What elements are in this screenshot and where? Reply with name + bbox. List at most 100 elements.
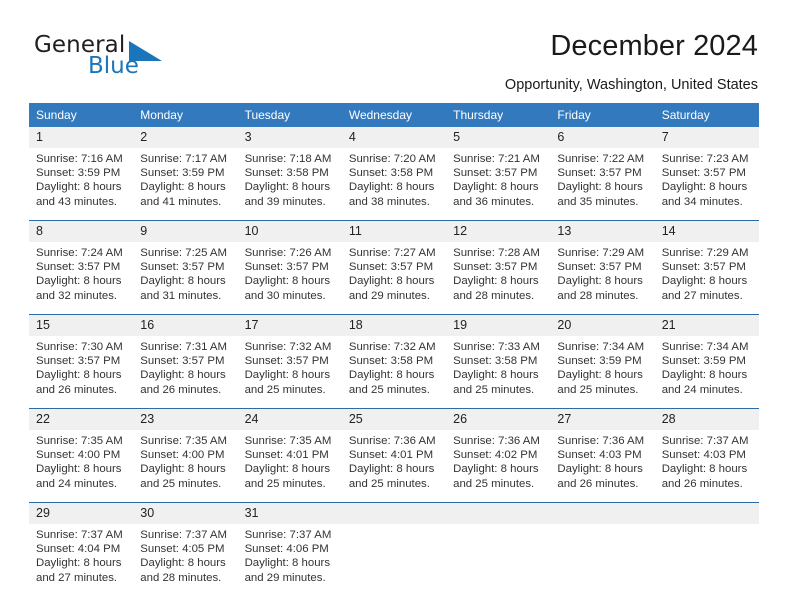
- sunrise-text: Sunrise: 7:37 AM: [244, 529, 332, 541]
- day-cell[interactable]: 11 Sunrise: 7:27 AM Sunset: 3:57 PM Dayligh…: [341, 220, 447, 315]
- day-details: Sunrise: 7:36 AM Sunset: 4:03 PM Daylight:…: [550, 430, 654, 502]
- sunrise-text: Sunrise: 7:36 AM: [557, 435, 645, 447]
- daylight-text-line1: Daylight: 8 hours: [36, 557, 122, 570]
- daylight-text-line1: Daylight: 8 hours: [661, 369, 748, 382]
- day-details: Sunrise: 7:23 AM Sunset: 3:57 PM Daylight:…: [655, 148, 759, 220]
- day-details: Sunrise: 7:37 AM Sunset: 4:05 PM Daylight:…: [133, 524, 237, 596]
- day-number: 30: [133, 503, 238, 524]
- sunrise-text: Sunrise: 7:30 AM: [36, 341, 123, 353]
- day-number: 22: [29, 409, 134, 430]
- day-number: 12: [446, 221, 551, 242]
- day-details: Sunrise: 7:34 AM Sunset: 3:59 PM Daylight:…: [655, 336, 759, 408]
- sunset-text: Sunset: 3:57 PM: [453, 167, 538, 180]
- day-details: Sunrise: 7:28 AM Sunset: 3:57 PM Daylight:…: [446, 242, 550, 314]
- week-row: 22 Sunrise: 7:35 AM Sunset: 4:00 PM Dayligh…: [29, 408, 759, 503]
- day-cell[interactable]: 24 Sunrise: 7:35 AM Sunset: 4:01 PM Dayligh…: [237, 408, 342, 503]
- day-cell[interactable]: 21 Sunrise: 7:34 AM Sunset: 3:59 PM Dayligh…: [654, 314, 759, 409]
- day-cell[interactable]: 18 Sunrise: 7:32 AM Sunset: 3:58 PM Dayligh…: [341, 314, 447, 409]
- sunrise-text: Sunrise: 7:37 AM: [36, 529, 123, 541]
- day-cell[interactable]: 10 Sunrise: 7:26 AM Sunset: 3:57 PM Dayligh…: [237, 220, 342, 315]
- day-details: Sunrise: 7:30 AM Sunset: 3:57 PM Daylight:…: [29, 336, 133, 408]
- day-cell[interactable]: 25 Sunrise: 7:36 AM Sunset: 4:01 PM Dayligh…: [341, 408, 447, 503]
- day-cell[interactable]: 2 Sunrise: 7:17 AM Sunset: 3:59 PM Daylight…: [133, 127, 238, 221]
- day-cell[interactable]: 20 Sunrise: 7:34 AM Sunset: 3:59 PM Dayligh…: [550, 314, 655, 409]
- day-details: Sunrise: 7:32 AM Sunset: 3:58 PM Daylight:…: [342, 336, 446, 408]
- day-details: Sunrise: 7:35 AM Sunset: 4:00 PM Daylight:…: [133, 430, 237, 502]
- general-blue-logo[interactable]: General Blue: [34, 32, 234, 80]
- daylight-text-line2: and 26 minutes.: [140, 383, 222, 396]
- sunset-text: Sunset: 4:00 PM: [140, 449, 225, 462]
- daylight-text-line2: and 28 minutes.: [140, 571, 222, 584]
- day-number: 16: [133, 315, 238, 336]
- daylight-text-line1: Daylight: 8 hours: [244, 463, 331, 476]
- daylight-text-line1: Daylight: 8 hours: [661, 181, 748, 194]
- daylight-text-line1: Daylight: 8 hours: [244, 369, 331, 382]
- day-cell[interactable]: 6 Sunrise: 7:22 AM Sunset: 3:57 PM Daylight…: [550, 127, 655, 221]
- day-cell[interactable]: 8 Sunrise: 7:24 AM Sunset: 3:57 PM Daylight…: [29, 220, 134, 315]
- day-number: 29: [29, 503, 134, 524]
- day-cell[interactable]: 7 Sunrise: 7:23 AM Sunset: 3:57 PM Daylight…: [654, 127, 759, 221]
- day-details: [342, 524, 446, 596]
- day-cell[interactable]: 31 Sunrise: 7:37 AM Sunset: 4:06 PM Dayligh…: [237, 502, 342, 596]
- day-cell-empty: [446, 502, 551, 596]
- day-cell[interactable]: 9 Sunrise: 7:25 AM Sunset: 3:57 PM Daylight…: [133, 220, 238, 315]
- day-cell[interactable]: 5 Sunrise: 7:21 AM Sunset: 3:57 PM Daylight…: [446, 127, 551, 221]
- daylight-text-line2: and 32 minutes.: [36, 289, 118, 302]
- sunrise-text: Sunrise: 7:29 AM: [661, 247, 749, 259]
- day-cell[interactable]: 14 Sunrise: 7:29 AM Sunset: 3:57 PM Dayligh…: [654, 220, 759, 315]
- sunset-text: Sunset: 4:03 PM: [661, 449, 746, 462]
- sunrise-text: Sunrise: 7:26 AM: [244, 247, 332, 259]
- daylight-text-line2: and 28 minutes.: [557, 289, 639, 302]
- day-cell[interactable]: 23 Sunrise: 7:35 AM Sunset: 4:00 PM Dayligh…: [133, 408, 238, 503]
- daylight-text-line2: and 25 minutes.: [244, 477, 326, 490]
- day-cell[interactable]: 3 Sunrise: 7:18 AM Sunset: 3:58 PM Daylight…: [237, 127, 342, 221]
- sunset-text: Sunset: 3:57 PM: [557, 261, 642, 274]
- daylight-text-line1: Daylight: 8 hours: [140, 181, 226, 194]
- weekday-header-saturday: Saturday: [654, 103, 759, 127]
- day-cell[interactable]: 30 Sunrise: 7:37 AM Sunset: 4:05 PM Dayligh…: [133, 502, 238, 596]
- day-cell[interactable]: 12 Sunrise: 7:28 AM Sunset: 3:57 PM Dayligh…: [446, 220, 551, 315]
- day-details: Sunrise: 7:20 AM Sunset: 3:58 PM Daylight:…: [342, 148, 446, 220]
- day-cell[interactable]: 27 Sunrise: 7:36 AM Sunset: 4:03 PM Dayligh…: [550, 408, 655, 503]
- sunrise-text: Sunrise: 7:36 AM: [453, 435, 540, 447]
- sunset-text: Sunset: 3:57 PM: [453, 261, 538, 274]
- daylight-text-line1: Daylight: 8 hours: [453, 369, 539, 382]
- daylight-text-line2: and 31 minutes.: [140, 289, 222, 302]
- day-cell[interactable]: 29 Sunrise: 7:37 AM Sunset: 4:04 PM Dayligh…: [29, 502, 134, 596]
- week-row: 29 Sunrise: 7:37 AM Sunset: 4:04 PM Dayligh…: [29, 502, 759, 596]
- daylight-text-line2: and 34 minutes.: [661, 195, 743, 208]
- weekday-header-wednesday: Wednesday: [341, 103, 447, 127]
- daylight-text-line2: and 26 minutes.: [661, 477, 743, 490]
- day-details: Sunrise: 7:27 AM Sunset: 3:57 PM Daylight:…: [342, 242, 446, 314]
- daylight-text-line1: Daylight: 8 hours: [36, 275, 122, 288]
- page-subtitle-location: Opportunity, Washington, United States: [504, 77, 758, 93]
- daylight-text-line2: and 24 minutes.: [661, 383, 743, 396]
- day-details: Sunrise: 7:17 AM Sunset: 3:59 PM Daylight:…: [133, 148, 237, 220]
- day-details: Sunrise: 7:36 AM Sunset: 4:01 PM Daylight:…: [342, 430, 446, 502]
- daylight-text-line2: and 39 minutes.: [244, 195, 326, 208]
- daylight-text-line1: Daylight: 8 hours: [348, 463, 435, 476]
- day-details: Sunrise: 7:35 AM Sunset: 4:00 PM Daylight:…: [29, 430, 133, 502]
- day-cell[interactable]: 15 Sunrise: 7:30 AM Sunset: 3:57 PM Dayligh…: [29, 314, 134, 409]
- day-cell[interactable]: 17 Sunrise: 7:32 AM Sunset: 3:57 PM Dayligh…: [237, 314, 342, 409]
- sunrise-text: Sunrise: 7:35 AM: [244, 435, 332, 447]
- day-number: [446, 503, 551, 524]
- daylight-text-line1: Daylight: 8 hours: [557, 463, 643, 476]
- day-cell[interactable]: 22 Sunrise: 7:35 AM Sunset: 4:00 PM Dayligh…: [29, 408, 134, 503]
- day-details: Sunrise: 7:29 AM Sunset: 3:57 PM Daylight:…: [655, 242, 759, 314]
- sunset-text: Sunset: 4:06 PM: [244, 543, 329, 556]
- day-number: 8: [29, 221, 134, 242]
- day-number: 23: [133, 409, 238, 430]
- day-cell[interactable]: 28 Sunrise: 7:37 AM Sunset: 4:03 PM Dayligh…: [654, 408, 759, 503]
- day-cell[interactable]: 1 Sunrise: 7:16 AM Sunset: 3:59 PM Daylight…: [29, 127, 134, 221]
- daylight-text-line2: and 43 minutes.: [36, 195, 118, 208]
- day-details: Sunrise: 7:25 AM Sunset: 3:57 PM Daylight:…: [133, 242, 237, 314]
- day-cell[interactable]: 13 Sunrise: 7:29 AM Sunset: 3:57 PM Dayligh…: [550, 220, 655, 315]
- day-cell[interactable]: 26 Sunrise: 7:36 AM Sunset: 4:02 PM Dayligh…: [446, 408, 551, 503]
- day-cell[interactable]: 4 Sunrise: 7:20 AM Sunset: 3:58 PM Daylight…: [341, 127, 447, 221]
- daylight-text-line2: and 25 minutes.: [453, 383, 535, 396]
- day-cell[interactable]: 16 Sunrise: 7:31 AM Sunset: 3:57 PM Dayligh…: [133, 314, 238, 409]
- day-number: 26: [446, 409, 551, 430]
- day-cell[interactable]: 19 Sunrise: 7:33 AM Sunset: 3:58 PM Dayligh…: [446, 314, 551, 409]
- day-number: 25: [341, 409, 447, 430]
